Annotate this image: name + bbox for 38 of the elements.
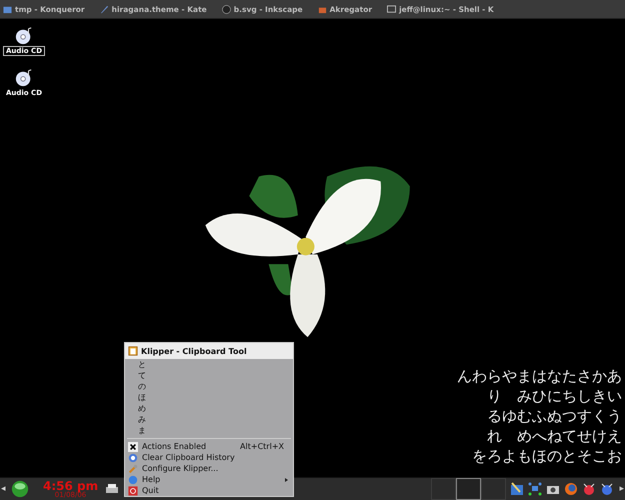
clipboard-history-item[interactable]: と: [125, 359, 293, 370]
desktop-pager-cell[interactable]: [481, 478, 506, 500]
menu-title: Klipper - Clipboard Tool: [141, 346, 247, 356]
globe-icon[interactable]: [564, 482, 578, 496]
menu-item[interactable]: Quit: [125, 485, 293, 496]
clipboard-history-item[interactable]: て: [125, 370, 293, 381]
clipboard-history-item[interactable]: み: [125, 414, 293, 425]
hiragana-text: れ めへねてせけえ: [487, 426, 622, 446]
desktop-pager-cell[interactable]: [431, 478, 456, 500]
menu-item[interactable]: Actions Enabled Alt+Ctrl+X: [125, 441, 293, 452]
clipboard-history-item[interactable]: の: [125, 381, 293, 392]
clipboard-history-item[interactable]: ま: [125, 425, 293, 436]
clipboard-history-item[interactable]: ほ: [125, 392, 293, 403]
hiragana-text: をろよもほのとそこお: [472, 446, 622, 466]
start-menu-icon[interactable]: [10, 480, 29, 498]
network-icon[interactable]: [528, 482, 542, 496]
menu-item[interactable]: Clear Clipboard History: [125, 452, 293, 463]
menu-item[interactable]: Help: [125, 474, 293, 485]
terminal-icon: [387, 4, 396, 14]
clipboard-icon: [128, 346, 138, 356]
quit-icon: [128, 486, 138, 496]
panel-arrow[interactable]: ▸: [618, 484, 625, 494]
pen-icon: [100, 4, 109, 14]
printer-icon[interactable]: [104, 482, 119, 496]
cd-icon[interactable]: [15, 27, 33, 45]
checkbox[interactable]: [128, 442, 138, 452]
help-icon: [128, 474, 138, 484]
hiragana-text: り みひにちしきい: [487, 386, 622, 406]
menu-item[interactable]: Configure Klipper...: [125, 463, 293, 474]
cd-icon[interactable]: [15, 69, 33, 87]
desktop-pager-cell[interactable]: [456, 478, 482, 500]
clipboard-history-item[interactable]: め: [125, 403, 293, 414]
wrench-icon: [128, 464, 138, 474]
hiragana-text: るゆむふぬつすくう: [487, 406, 622, 426]
pen-icon[interactable]: [510, 482, 524, 496]
hiragana-text: んわらやまはなたさかあ: [457, 366, 622, 386]
panel-arrow[interactable]: ◂: [0, 484, 7, 494]
folder-icon: [3, 4, 12, 14]
